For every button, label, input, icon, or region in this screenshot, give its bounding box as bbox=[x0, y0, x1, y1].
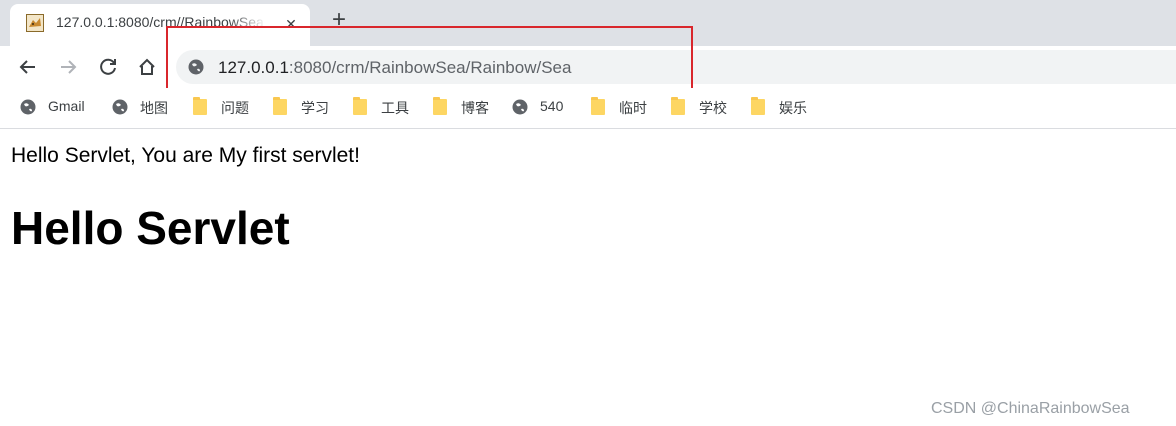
bookmark-label: 540 bbox=[540, 98, 564, 114]
bookmark-label: 地图 bbox=[140, 100, 168, 116]
folder-icon bbox=[433, 97, 447, 115]
folder-icon bbox=[353, 97, 367, 115]
reload-icon[interactable] bbox=[95, 54, 121, 80]
page-text: Hello Servlet, You are My first servlet! bbox=[11, 144, 360, 167]
bookmark-label: 学习 bbox=[301, 100, 329, 116]
folder-icon bbox=[193, 97, 207, 115]
bookmark-label: 娱乐 bbox=[779, 100, 807, 116]
back-icon[interactable] bbox=[15, 54, 41, 80]
forward-icon[interactable] bbox=[55, 54, 81, 80]
bookmark-label: 问题 bbox=[221, 100, 249, 116]
home-icon[interactable] bbox=[134, 54, 160, 80]
bookmark-label: 博客 bbox=[461, 100, 489, 116]
folder-icon bbox=[671, 97, 685, 115]
bookmarks-bar: Gmail 地图 问题 学习 工具 博客 540 临时 学校 娱乐 bbox=[0, 88, 1176, 129]
page-heading: Hello Servlet bbox=[11, 202, 290, 254]
folder-icon bbox=[751, 97, 765, 115]
tomcat-favicon-icon bbox=[26, 14, 44, 32]
bookmark-label: Gmail bbox=[48, 98, 85, 114]
watermark: CSDN @ChinaRainbowSea bbox=[931, 400, 1130, 417]
globe-icon bbox=[512, 99, 528, 115]
folder-icon bbox=[273, 97, 287, 115]
bookmark-label: 临时 bbox=[619, 100, 647, 116]
globe-icon bbox=[112, 99, 128, 115]
globe-icon bbox=[20, 99, 36, 115]
url-highlight-box bbox=[166, 26, 693, 94]
bookmark-label: 学校 bbox=[699, 100, 727, 116]
folder-icon bbox=[591, 97, 605, 115]
bookmark-label: 工具 bbox=[381, 100, 409, 116]
